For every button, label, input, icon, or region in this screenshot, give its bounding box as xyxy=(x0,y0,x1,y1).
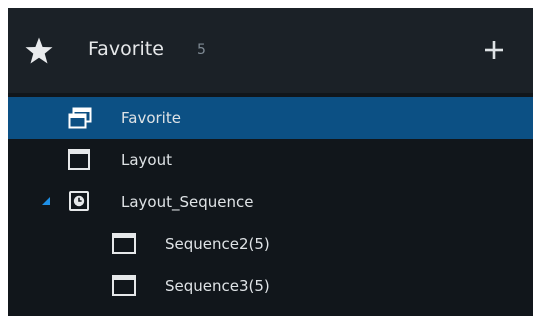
expanded-caret-icon[interactable] xyxy=(41,196,51,206)
tree-item-label: Layout_Sequence xyxy=(121,193,254,211)
panel-title: Favorite xyxy=(88,38,164,60)
tree-item-favorite[interactable]: Favorite xyxy=(8,97,533,139)
tree-item-sequence2[interactable]: Sequence2(5) xyxy=(8,223,533,265)
tree-item-label: Layout xyxy=(121,151,172,169)
add-favorite-button[interactable] xyxy=(482,38,506,62)
tree-item-label: Sequence3(5) xyxy=(165,277,270,295)
tree-item-sequence3[interactable]: Sequence3(5) xyxy=(8,265,533,307)
favorite-windows-icon xyxy=(68,107,92,129)
favorite-count: 5 xyxy=(197,42,206,58)
tree-item-layout[interactable]: Layout xyxy=(8,139,533,181)
window-icon xyxy=(112,233,136,254)
favorite-panel: Favorite 5 Favorite Layout Layout_Sequen… xyxy=(8,8,533,316)
tree-item-label: Favorite xyxy=(121,109,181,127)
star-icon xyxy=(25,37,53,64)
tree-item-layout-sequence[interactable]: Layout_Sequence xyxy=(8,181,533,223)
tree-item-label: Sequence2(5) xyxy=(165,235,270,253)
sequence-icon xyxy=(69,191,89,211)
panel-header: Favorite 5 xyxy=(8,8,533,93)
window-icon xyxy=(68,149,90,170)
window-icon xyxy=(112,275,136,296)
